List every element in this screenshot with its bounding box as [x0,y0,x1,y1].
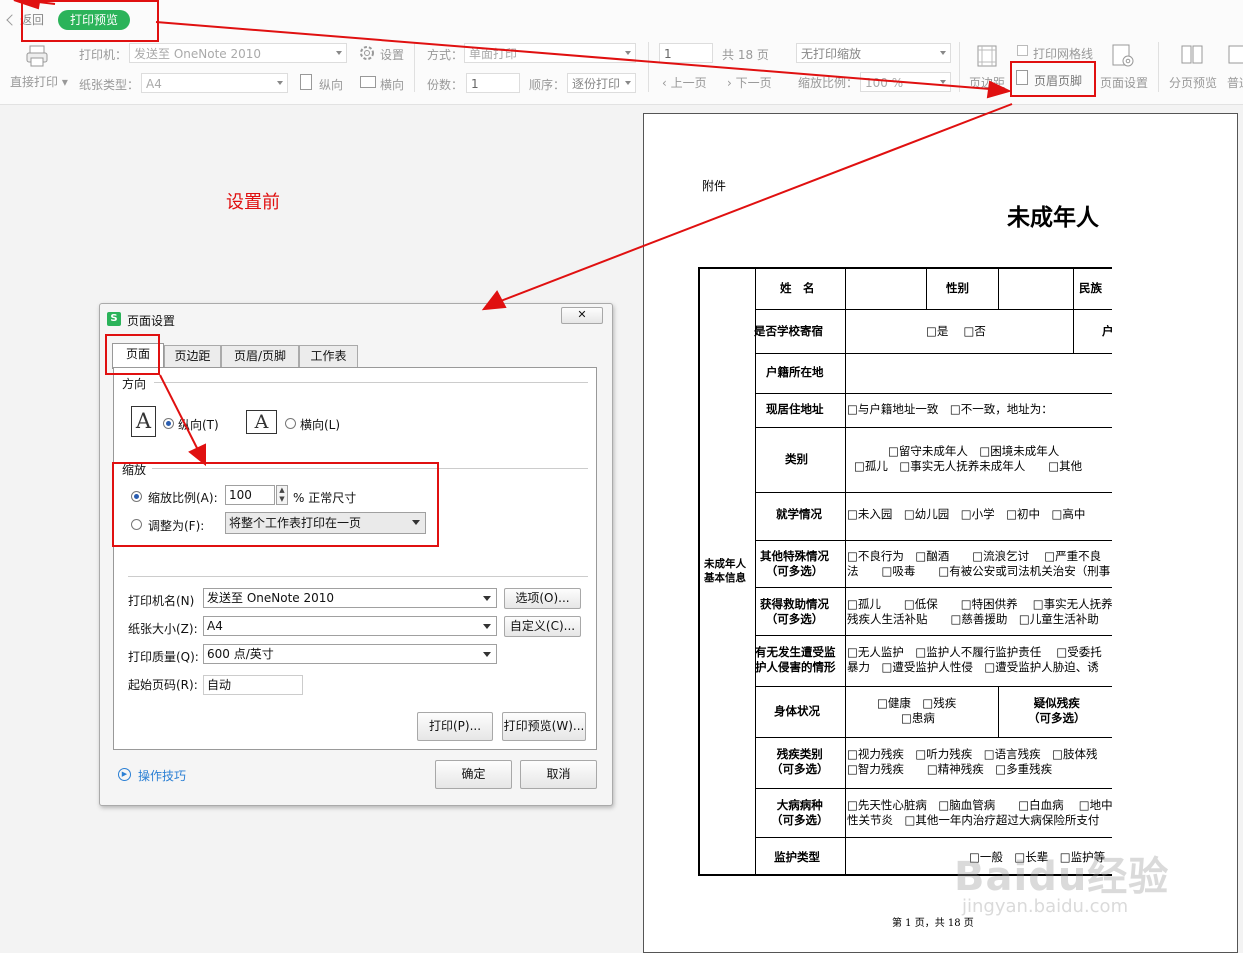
arrow-head [986,80,1012,99]
arrow-head [13,0,41,10]
arrow-to-scaling [159,374,199,451]
arrow-head [481,290,507,311]
arrow-to-header-footer [155,21,991,90]
arrow-head [188,443,206,467]
annotation-arrows [13,0,1013,467]
arrow-to-dialog [497,103,1013,303]
